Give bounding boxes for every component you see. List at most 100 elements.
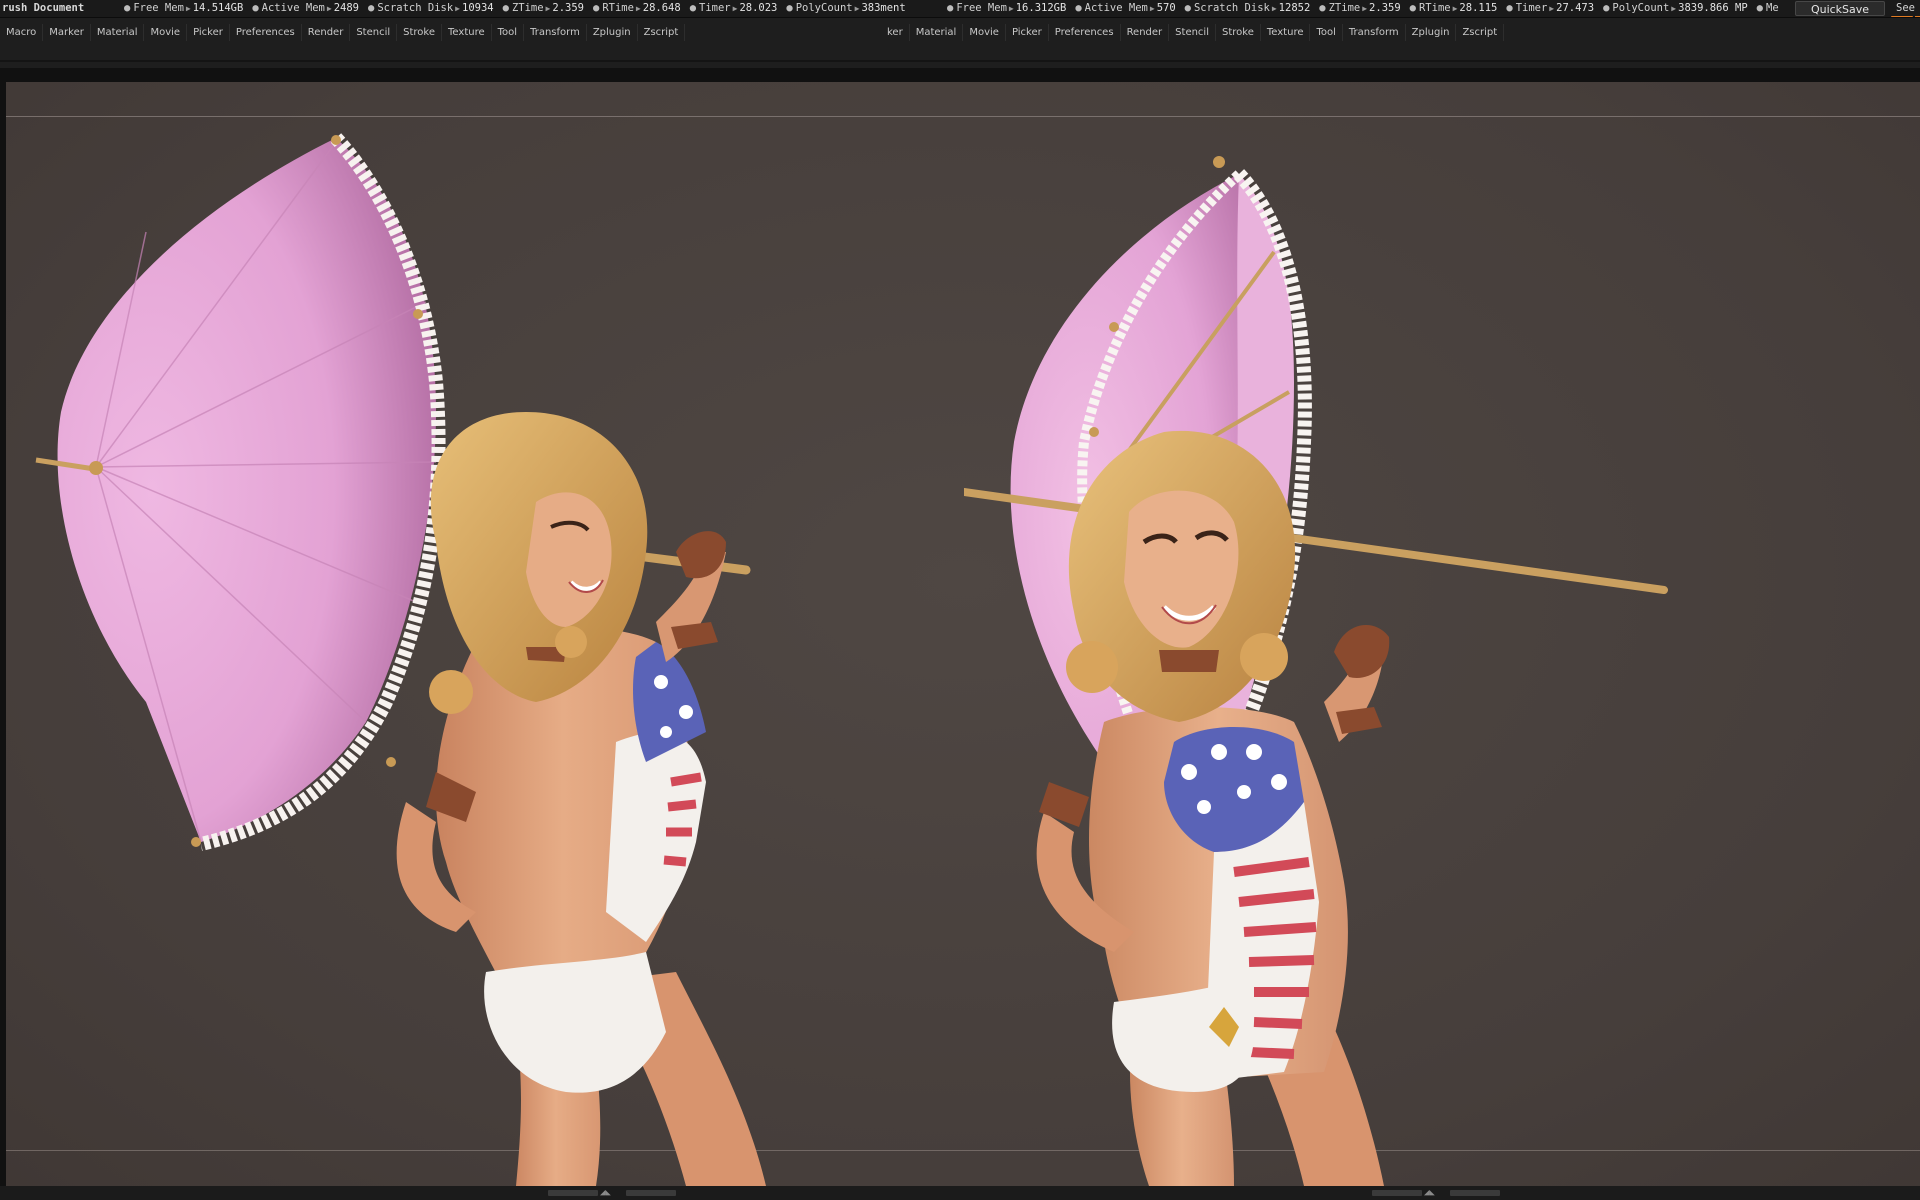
status-stat: ● Free Mem ▶ 14.514GB xyxy=(124,2,243,14)
menu-item-ker[interactable]: ker xyxy=(881,24,910,41)
status-stat: ● Free Mem ▶ 16.312GB xyxy=(947,2,1066,14)
menu-item-render[interactable]: Render xyxy=(302,24,351,41)
menu-item-stencil[interactable]: Stencil xyxy=(1169,24,1216,41)
status-stat: ● RTime ▶ 28.115 xyxy=(1410,2,1498,14)
status-stat-label: ZTime xyxy=(511,2,544,14)
menu-item-picker[interactable]: Picker xyxy=(187,24,230,41)
bottom-tray-handle-right-a[interactable] xyxy=(1372,1190,1422,1196)
status-stat-label: Scratch Disk xyxy=(377,2,454,14)
status-stat-value: 28.648 xyxy=(642,2,681,14)
status-stat-label: Timer xyxy=(699,2,731,14)
menu-item-movie[interactable]: Movie xyxy=(963,24,1006,41)
status-stat: ● Active Mem ▶ 570 xyxy=(1075,2,1175,14)
menu-item-picker[interactable]: Picker xyxy=(1006,24,1049,41)
menu-item-transform[interactable]: Transform xyxy=(524,24,587,41)
menu-divider xyxy=(0,60,1920,62)
right-umbrella xyxy=(964,156,1668,858)
arrow-icon: ▶ xyxy=(1149,4,1155,13)
bullet-icon: ● xyxy=(367,2,375,14)
status-stat: ● RTime ▶ 28.648 xyxy=(593,2,681,14)
arrow-icon: ▶ xyxy=(854,4,860,13)
menu-item-render[interactable]: Render xyxy=(1121,24,1170,41)
status-stat-label: ZTime xyxy=(1328,2,1361,14)
bottom-tray-handle-left-b[interactable] xyxy=(626,1190,676,1196)
menu-item-zscript[interactable]: Zscript xyxy=(1456,24,1505,41)
status-stat-value: 27.473 xyxy=(1556,2,1595,14)
arrow-icon: ▶ xyxy=(1362,4,1368,13)
status-stats-left: ● Free Mem ▶ 14.514GB ● Active Mem ▶ 2489 ● Scrat… xyxy=(124,0,915,17)
menu-item-tool[interactable]: Tool xyxy=(492,24,525,41)
menu-item-preferences[interactable]: Preferences xyxy=(1049,24,1121,41)
bullet-icon: ● xyxy=(592,2,600,14)
status-stat: ● Timer ▶ 28.023 xyxy=(690,2,778,14)
tray-toggle-arrows-left-icon[interactable]: ◢◣ xyxy=(600,1186,611,1200)
status-stat-label: Scratch Disk xyxy=(1193,2,1270,14)
status-stat: ● Scratch Disk ▶ 10934 xyxy=(368,2,494,14)
status-stat-value: 28.115 xyxy=(1459,2,1498,14)
document-canvas[interactable] xyxy=(6,82,1920,1186)
arrow-icon: ▶ xyxy=(1008,4,1014,13)
arrow-icon: ▶ xyxy=(732,4,738,13)
menu-item-stroke[interactable]: Stroke xyxy=(397,24,443,41)
status-stat-label: Free Mem xyxy=(133,2,184,14)
quicksave-button[interactable]: QuickSave xyxy=(1795,1,1885,16)
arrow-icon: ▶ xyxy=(185,4,191,13)
bullet-icon: ● xyxy=(124,2,131,14)
menu-item-transform[interactable]: Transform xyxy=(1343,24,1406,41)
menu-item-stencil[interactable]: Stencil xyxy=(350,24,398,41)
menu-item-texture[interactable]: Texture xyxy=(442,24,492,41)
status-stat-label: RTime xyxy=(1418,2,1451,14)
status-stat-value: 2489 xyxy=(333,2,359,14)
status-stat: ● Timer ▶ 27.473 xyxy=(1506,2,1594,14)
bullet-icon: ● xyxy=(1756,2,1763,14)
bullet-icon: ● xyxy=(252,2,259,14)
arrow-icon: ▶ xyxy=(635,4,641,13)
menu-item-texture[interactable]: Texture xyxy=(1261,24,1311,41)
document-title: rush Document xyxy=(2,2,85,14)
menu-item-stroke[interactable]: Stroke xyxy=(1216,24,1261,41)
render-left-pinup-side xyxy=(35,133,766,1186)
status-stat-value: 2.359 xyxy=(552,2,584,14)
arrow-icon: ▶ xyxy=(326,4,332,13)
status-stat-value: 570 xyxy=(1156,2,1176,14)
menu-item-zscript[interactable]: Zscript xyxy=(638,24,686,41)
arrow-icon: ▶ xyxy=(545,4,551,13)
status-stat: ● ZTime ▶ 2.359 xyxy=(1319,2,1400,14)
status-stat-label: RTime xyxy=(602,2,634,14)
arrow-icon: ▶ xyxy=(1671,4,1677,13)
render-right-pinup-front xyxy=(964,156,1668,1186)
menu-item-material[interactable]: Material xyxy=(91,24,145,41)
bullet-icon: ● xyxy=(1603,2,1610,14)
status-stat-label: Free Mem xyxy=(956,2,1007,14)
status-stat-value: 16.312GB xyxy=(1015,2,1067,14)
status-stat: ● PolyCount ▶ 3839.866 MP xyxy=(1603,2,1748,14)
status-stat-value: 14.514GB xyxy=(192,2,244,14)
bottom-tray-handle-left-a[interactable] xyxy=(548,1190,598,1196)
menu-item-movie[interactable]: Movie xyxy=(144,24,188,41)
bottom-tray-handle-right-b[interactable] xyxy=(1450,1190,1500,1196)
bullet-icon: ● xyxy=(1506,2,1513,14)
status-stat: ● Active Mem ▶ 2489 xyxy=(252,2,359,14)
bullet-icon: ● xyxy=(947,2,954,14)
right-figure-head xyxy=(1066,430,1296,722)
menu-item-material[interactable]: Material xyxy=(910,24,964,41)
menu-item-marker[interactable]: Marker xyxy=(43,24,91,41)
menu-item-macro[interactable]: Macro xyxy=(0,24,44,41)
status-stat-value: 2.359 xyxy=(1369,2,1401,14)
status-stat-label: PolyCount xyxy=(1612,2,1670,14)
tray-toggle-arrows-right-icon[interactable]: ◢◣ xyxy=(1424,1186,1435,1200)
bullet-icon: ● xyxy=(689,2,697,14)
status-stat-value: 3839.866 MP xyxy=(1678,2,1748,14)
status-stat-label: Timer xyxy=(1515,2,1548,14)
status-stats-right: ● Free Mem ▶ 16.312GB ● Active Mem ▶ 570 ● Scratc… xyxy=(947,0,1788,17)
menu-item-zplugin[interactable]: Zplugin xyxy=(1406,24,1457,41)
status-stat: ● Me xyxy=(1757,2,1779,14)
menu-bar: Macro Marker Material Movie Picker Preference… xyxy=(0,18,1920,68)
status-stat-label: Me xyxy=(1766,2,1779,14)
see-through-label[interactable]: See xyxy=(1896,0,1915,16)
menu-item-tool[interactable]: Tool xyxy=(1310,24,1343,41)
menu-item-zplugin[interactable]: Zplugin xyxy=(587,24,638,41)
arrow-icon: ▶ xyxy=(455,4,460,13)
menu-row-right: ker Material Movie Picker Preferences Render S… xyxy=(881,24,1505,41)
menu-item-preferences[interactable]: Preferences xyxy=(230,24,302,41)
